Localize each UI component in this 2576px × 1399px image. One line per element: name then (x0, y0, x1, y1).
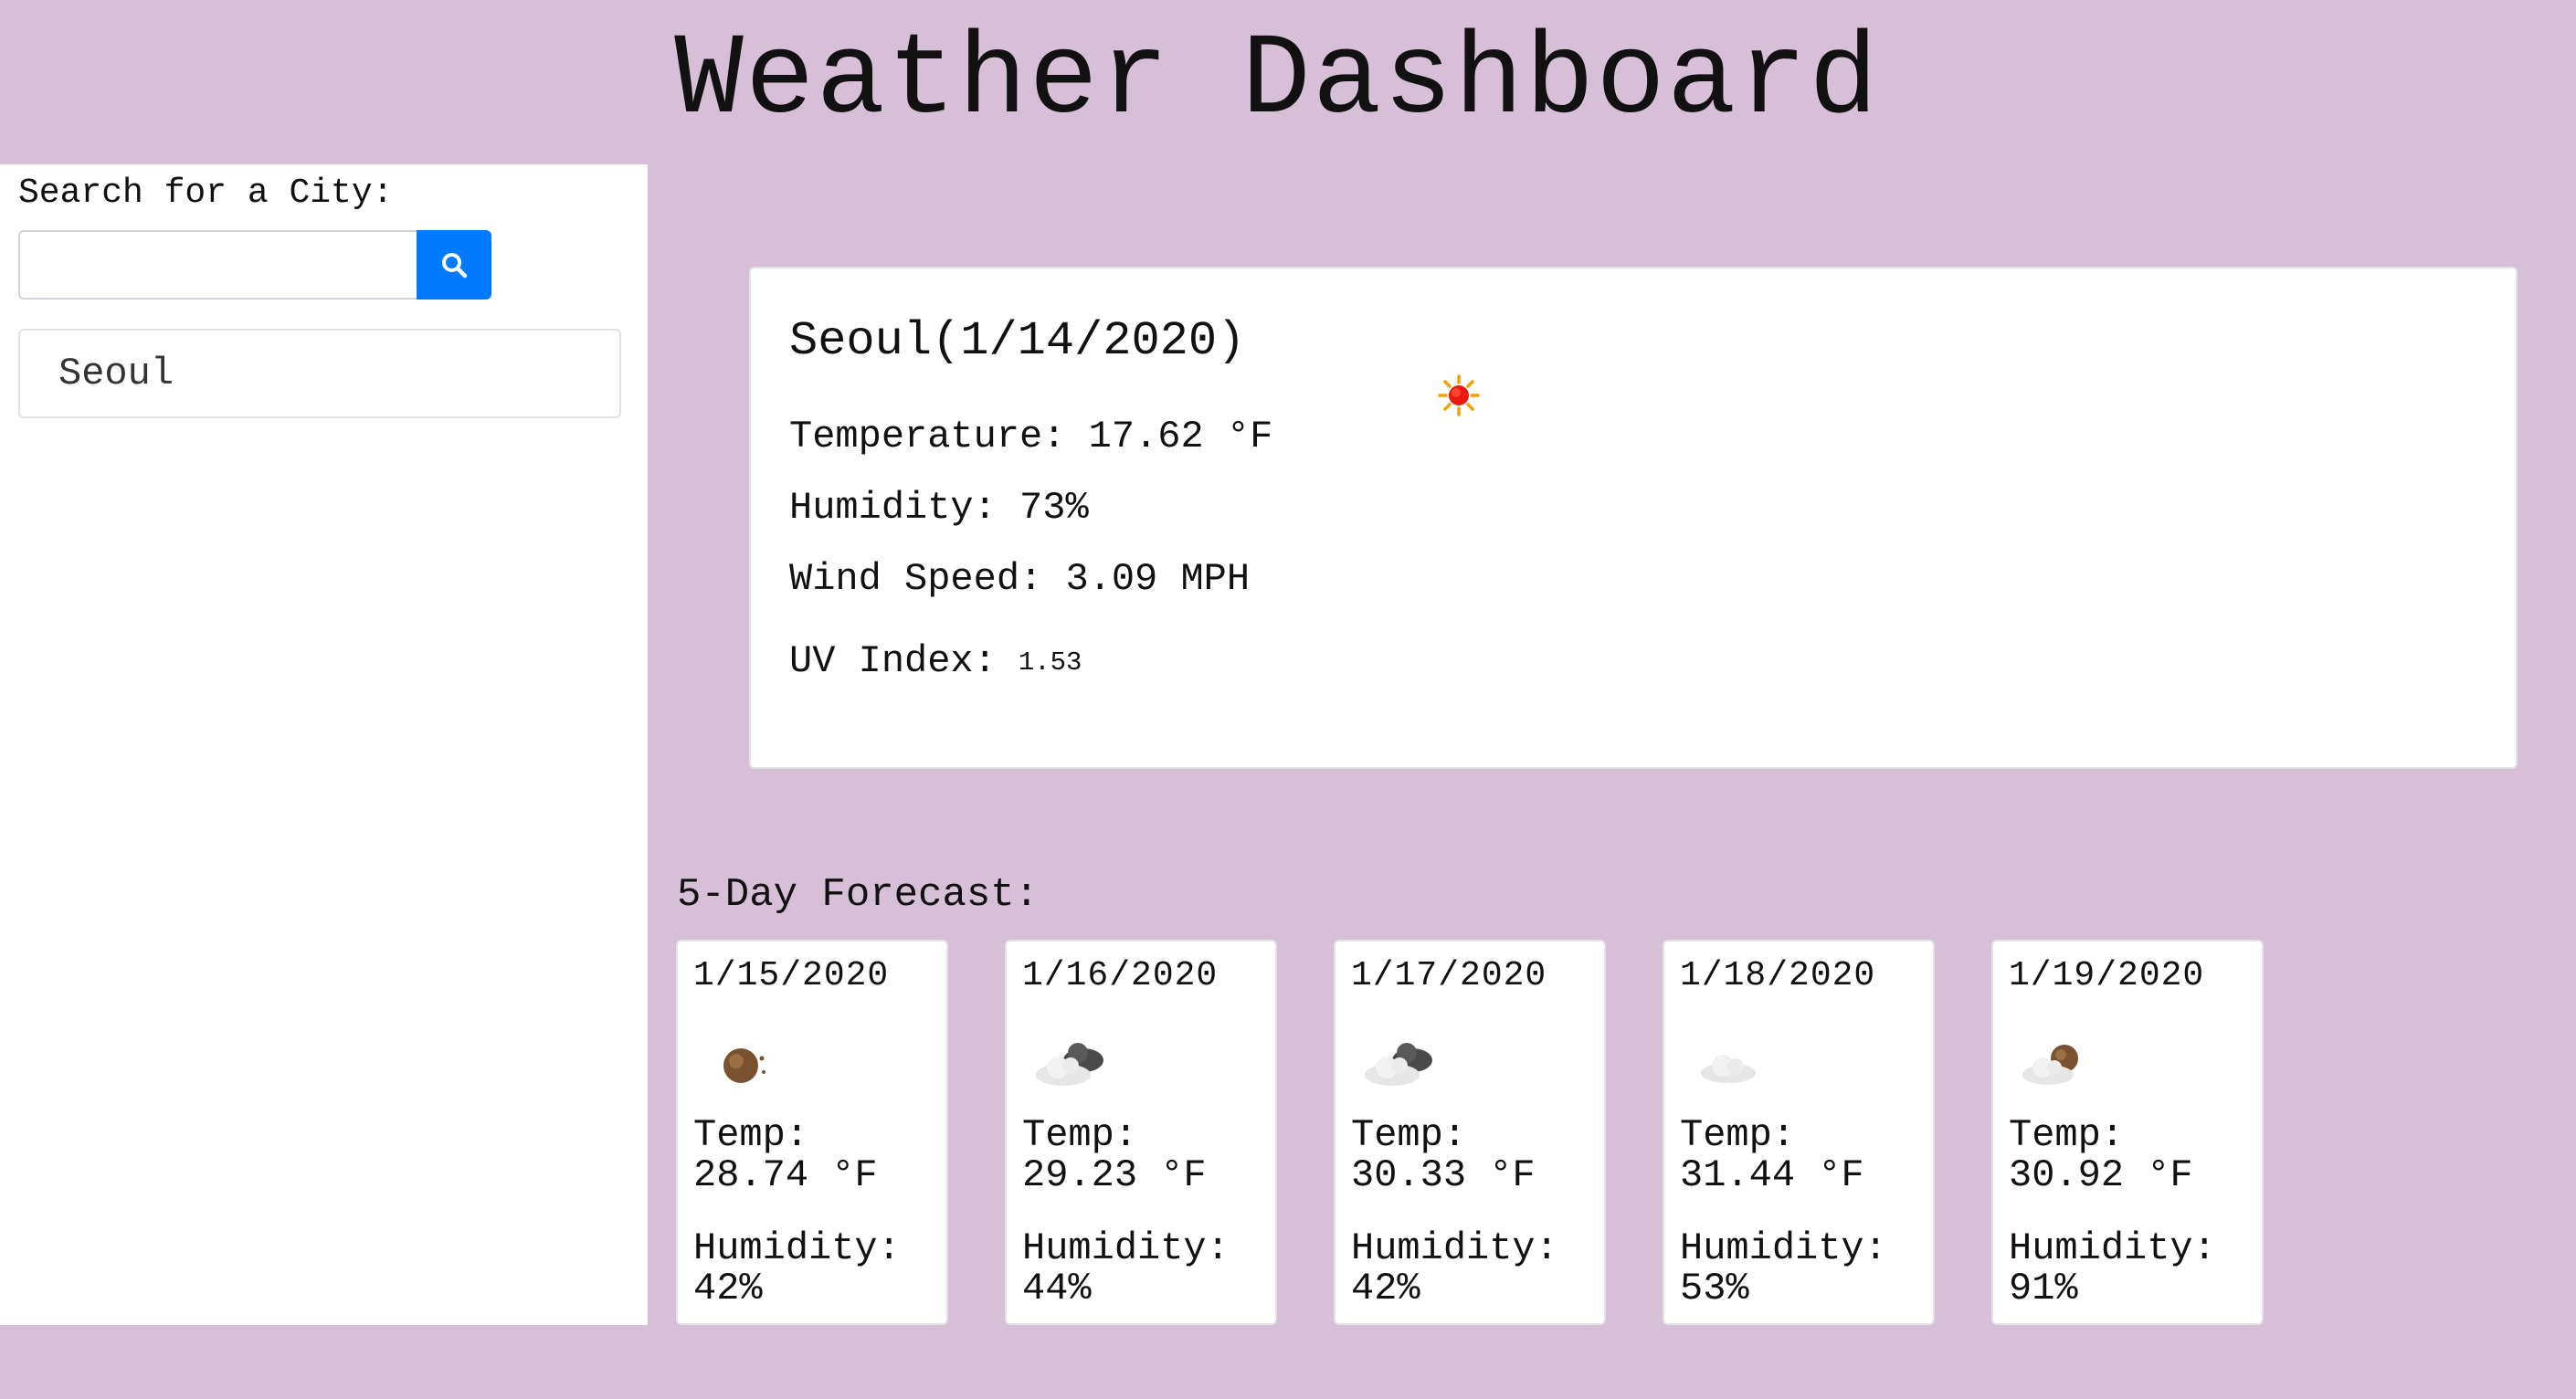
forecast-row: 1/15/2020 Temp: 28.74 °F Humidity: 42% 1… (676, 940, 2264, 1325)
forecast-date: 1/15/2020 (693, 956, 890, 995)
clear-night-icon (723, 1048, 765, 1083)
forecast-temp-label: Temp: (1351, 1113, 1467, 1157)
forecast-humidity-label: Humidity: (1022, 1226, 1230, 1270)
forecast-humidity-label: Humidity: (1680, 1226, 1887, 1270)
forecast-temp: 30.33 °F (1351, 1153, 1536, 1197)
forecast-temp: 31.44 °F (1680, 1153, 1864, 1197)
forecast-day-card: 1/15/2020 Temp: 28.74 °F Humidity: 42% (676, 940, 948, 1325)
current-city-heading: Seoul (1/14/2020) (789, 314, 1480, 416)
forecast-temp-label: Temp: (2009, 1113, 2125, 1157)
page-header: Weather Dashboard (0, 0, 2576, 164)
current-humidity: Humidity: 73% (789, 486, 1089, 530)
current-uv-index: UV Index: 1.53 (789, 639, 1082, 683)
forecast-humidity-label: Humidity: (2009, 1226, 2216, 1270)
city-history-list: Seoul (18, 329, 621, 418)
forecast-humidity: 42% (1351, 1267, 1420, 1310)
partly-cloudy-night-icon (2022, 1045, 2078, 1085)
forecast-title: 5-Day Forecast: (677, 872, 1040, 918)
forecast-date: 1/18/2020 (1680, 956, 1876, 995)
forecast-temp-label: Temp: (1680, 1113, 1796, 1157)
broken-clouds-icon (1036, 1043, 1103, 1086)
search-input[interactable] (18, 230, 417, 300)
forecast-humidity-label: Humidity: (693, 1226, 901, 1270)
search-button[interactable] (417, 230, 491, 300)
page-title: Weather Dashboard (674, 15, 1880, 146)
search-label: Search for a City: (18, 174, 394, 213)
forecast-date: 1/17/2020 (1351, 956, 1547, 995)
sidebar: Search for a City: Seoul (0, 164, 648, 1325)
current-city-name: Seoul (789, 314, 933, 368)
forecast-date: 1/16/2020 (1022, 956, 1219, 995)
forecast-temp: 30.92 °F (2009, 1153, 2193, 1197)
forecast-humidity: 42% (693, 1267, 763, 1310)
forecast-temp-label: Temp: (1022, 1113, 1138, 1157)
current-date: (1/14/2020) (932, 314, 1246, 368)
city-history-item-seoul[interactable]: Seoul (18, 329, 621, 418)
forecast-day-card: 1/18/2020 Temp: 31.44 °F Humidity: 53% (1663, 940, 1935, 1325)
forecast-temp: 28.74 °F (693, 1153, 878, 1197)
forecast-humidity: 44% (1022, 1267, 1092, 1310)
forecast-temp-label: Temp: (693, 1113, 809, 1157)
forecast-day-card: 1/19/2020 Temp: 30.92 °F Humidity: 91% (1991, 940, 2264, 1325)
forecast-date: 1/19/2020 (2009, 956, 2205, 995)
forecast-day-card: 1/16/2020 Temp: 29.23 °F Humidity: 44% (1005, 940, 1277, 1325)
sun-icon (1265, 320, 1480, 416)
broken-clouds-icon (1365, 1043, 1432, 1086)
forecast-temp: 29.23 °F (1022, 1153, 1207, 1197)
current-temperature: Temperature: 17.62 °F (789, 415, 1273, 458)
cloud-icon (1701, 1055, 1756, 1083)
forecast-humidity-label: Humidity: (1351, 1226, 1558, 1270)
current-wind-speed: Wind Speed: 3.09 MPH (789, 557, 1251, 601)
uv-index-label: UV Index: (789, 639, 997, 683)
forecast-day-card: 1/17/2020 Temp: 30.33 °F Humidity: 42% (1334, 940, 1606, 1325)
search-icon (442, 253, 468, 279)
current-weather-card: Seoul (1/14/2020) Temperature: 17.62 °F … (749, 267, 2518, 769)
forecast-humidity: 53% (1680, 1267, 1749, 1310)
uv-index-value: 1.53 (1018, 647, 1082, 678)
forecast-humidity: 91% (2009, 1267, 2078, 1310)
